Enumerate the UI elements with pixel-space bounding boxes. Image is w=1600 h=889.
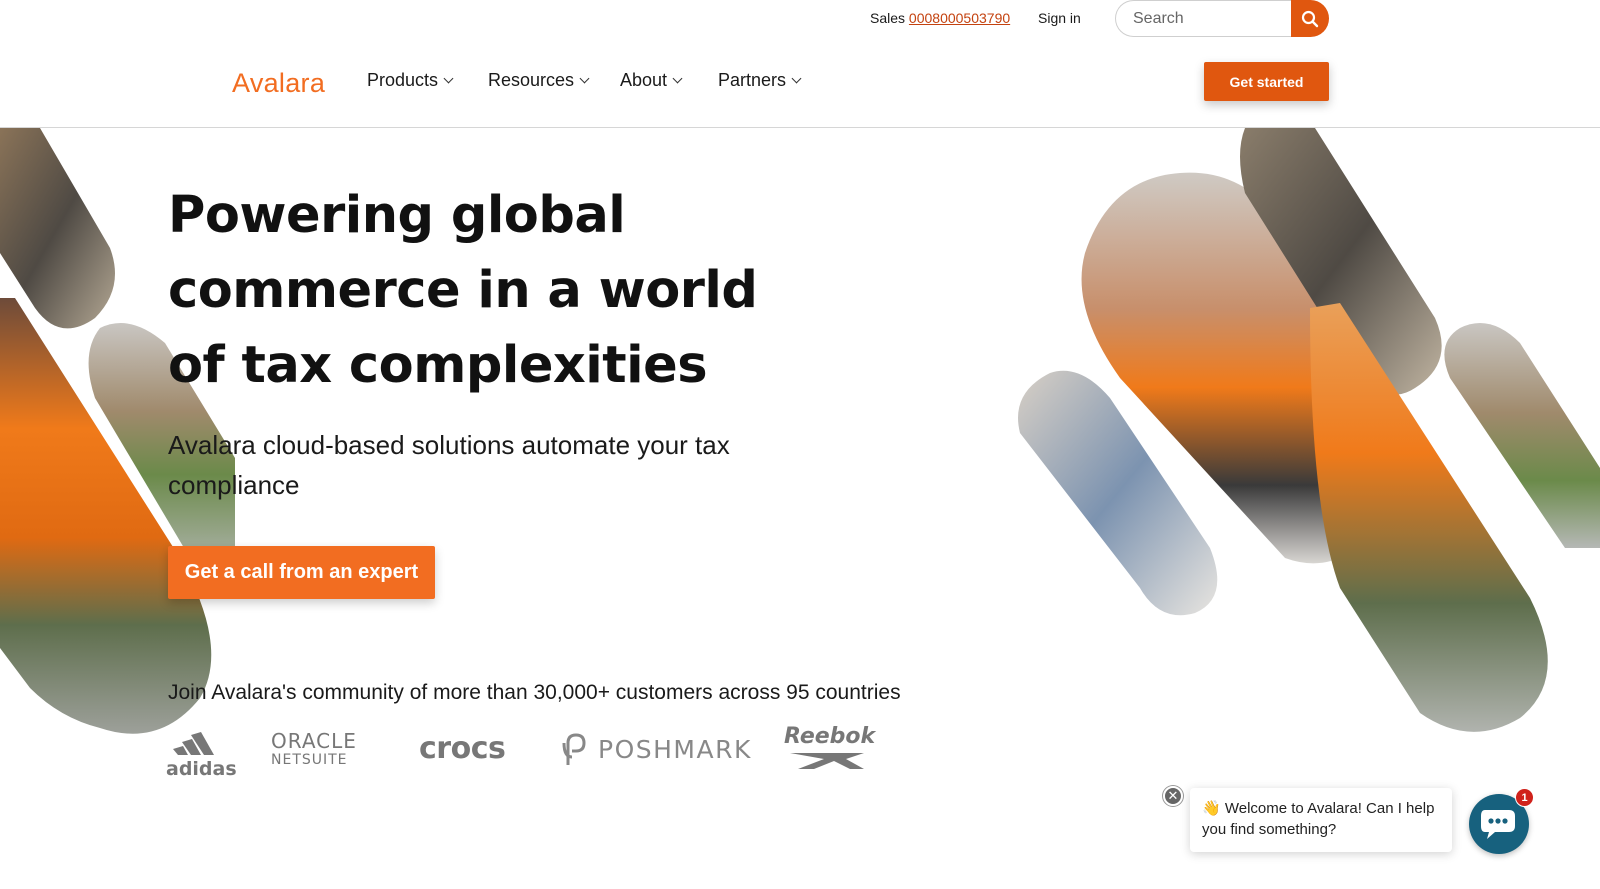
hero-subtitle-line: Avalara cloud-based solutions automate y… — [168, 430, 730, 460]
chevron-down-icon — [579, 73, 590, 84]
nav-item-label: Products — [367, 70, 439, 90]
avalara-logo[interactable]: Avalara — [232, 68, 325, 99]
oracle-netsuite-logo: ORACLE NETSUITE — [271, 730, 383, 774]
utility-bar: Sales 0008000503790 Sign in — [0, 0, 1600, 40]
chat-close-button[interactable]: ✕ — [1163, 786, 1183, 806]
chat-bubbles-icon — [1481, 810, 1515, 839]
nav-item-label: Partners — [718, 70, 787, 90]
hero-title: Powering global commerce in a world of t… — [168, 178, 788, 403]
logo-text: Avalara — [232, 68, 326, 98]
poshmark-logo: POSHMARK — [560, 731, 752, 767]
crocs-logo: crocs — [419, 731, 506, 766]
reebok-logo: Reebok — [784, 724, 876, 775]
reebok-wordmark: Reebok — [784, 724, 876, 749]
nav-item-products[interactable]: Products — [367, 70, 454, 91]
chevron-down-icon — [672, 73, 683, 84]
nav-item-resources[interactable]: Resources — [488, 70, 590, 91]
chat-welcome-message: 👋 Welcome to Avalara! Can I help you fin… — [1202, 800, 1435, 838]
adidas-logo: adidas — [166, 729, 237, 780]
poshmark-wordmark: POSHMARK — [598, 734, 752, 764]
hero-title-line: Powering global — [168, 186, 626, 245]
nav-item-label: Resources — [488, 70, 575, 90]
netsuite-wordmark: NETSUITE — [271, 752, 348, 768]
chevron-down-icon — [443, 73, 454, 84]
hero-title-line: commerce in a world — [168, 261, 758, 320]
nav-item-label: About — [620, 70, 668, 90]
adidas-stripes-icon — [173, 732, 214, 755]
oracle-wordmark: ORACLE — [271, 729, 357, 753]
hero-right-photo-collage — [1010, 128, 1600, 738]
search-button[interactable] — [1291, 0, 1329, 37]
chat-welcome-bubble[interactable]: 👋 Welcome to Avalara! Can I help you fin… — [1190, 788, 1452, 852]
hero-subtitle-line: compliance — [168, 470, 300, 500]
hero-subtitle: Avalara cloud-based solutions automate y… — [168, 425, 768, 505]
reebok-vector-icon — [790, 753, 864, 769]
search-icon — [1301, 10, 1319, 27]
sales-contact: Sales 0008000503790 — [870, 10, 1010, 26]
hero-title-line: of tax complexities — [168, 336, 708, 395]
get-a-call-button[interactable]: Get a call from an expert — [168, 546, 435, 599]
search-input[interactable] — [1115, 0, 1293, 37]
close-icon: ✕ — [1167, 788, 1179, 803]
poshmark-p-icon — [562, 733, 586, 765]
community-text: Join Avalara's community of more than 30… — [168, 681, 901, 704]
nav-item-about[interactable]: About — [620, 70, 683, 91]
chat-notification-badge: 1 — [1515, 788, 1534, 807]
get-started-button[interactable]: Get started — [1204, 62, 1329, 101]
chevron-down-icon — [791, 73, 802, 84]
main-nav: Avalara Products Resources About Partner… — [0, 40, 1600, 128]
adidas-wordmark: adidas — [166, 758, 237, 780]
sign-in-link[interactable]: Sign in — [1038, 10, 1081, 26]
sales-phone-link[interactable]: 0008000503790 — [909, 10, 1010, 26]
sales-label: Sales — [870, 10, 906, 26]
nav-item-partners[interactable]: Partners — [718, 70, 802, 91]
